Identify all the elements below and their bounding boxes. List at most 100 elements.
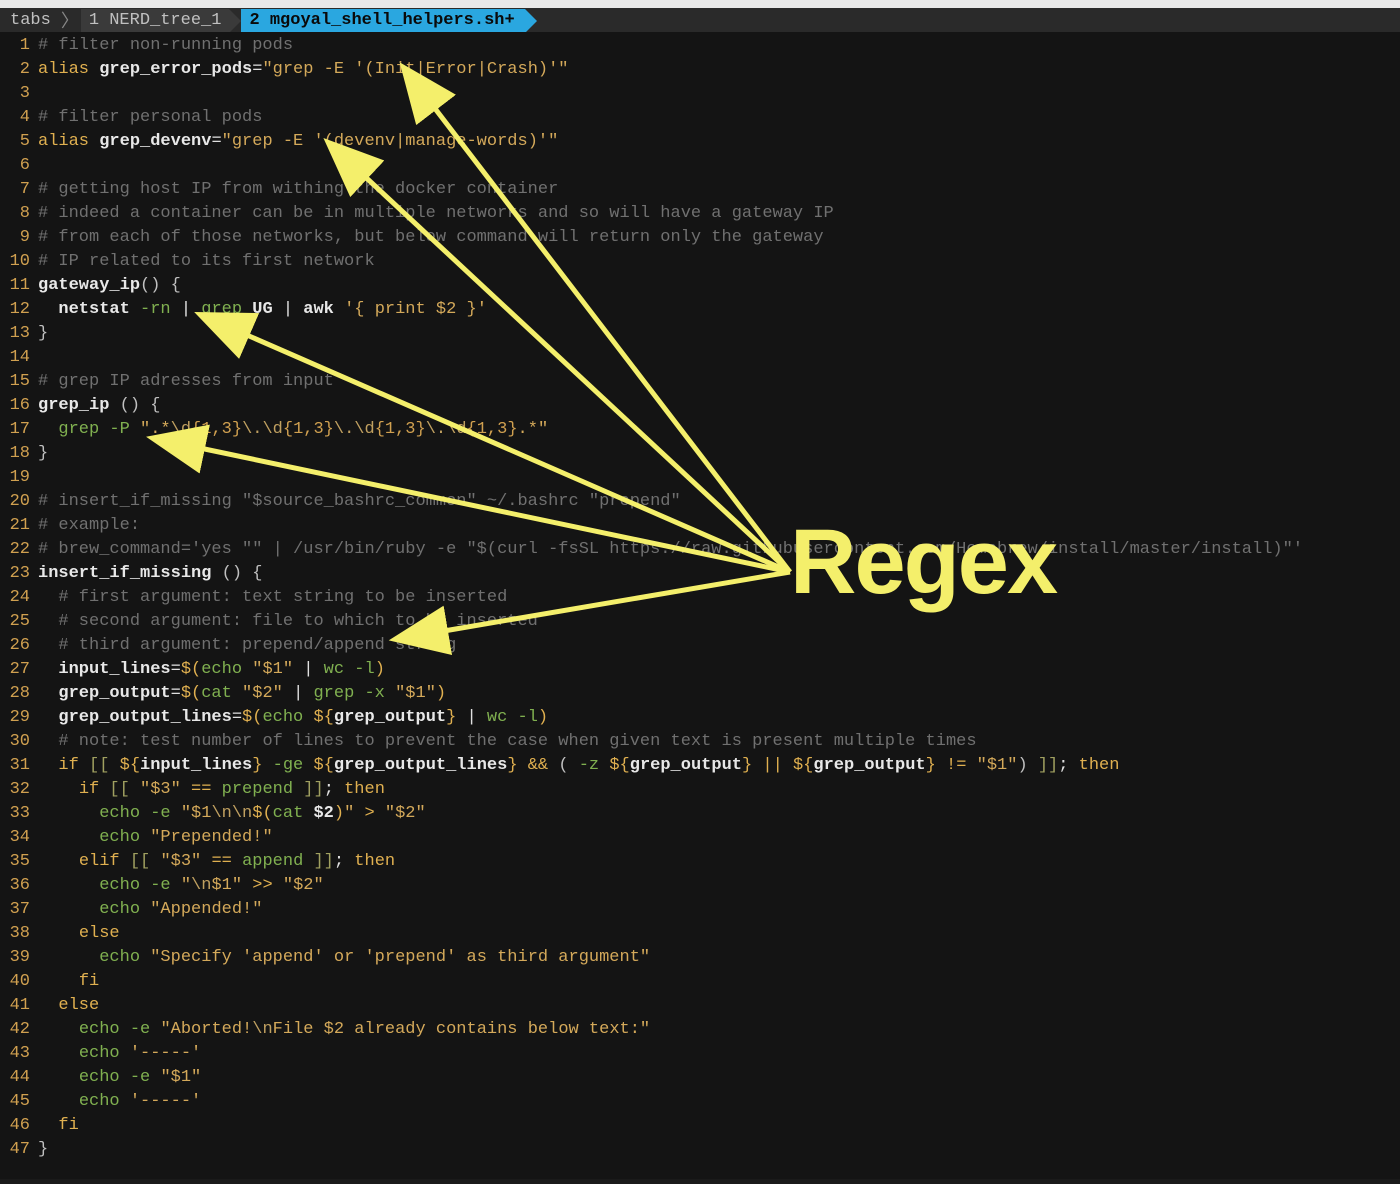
line-number: 7: [0, 178, 38, 202]
tab-bar: tabs 〉 1 NERD_tree_1 2 mgoyal_shell_help…: [0, 8, 1400, 32]
code-line[interactable]: # first argument: text string to be inse…: [38, 586, 1400, 610]
code-line[interactable]: if [[ ${input_lines} -ge ${grep_output_l…: [38, 754, 1400, 778]
code-line[interactable]: grep -P ".*\d{1,3}\.\d{1,3}\.\d{1,3}\.\d…: [38, 418, 1400, 442]
code-line[interactable]: # example:: [38, 514, 1400, 538]
line-number: 44: [0, 1066, 38, 1090]
code-line[interactable]: insert_if_missing () {: [38, 562, 1400, 586]
code-line[interactable]: input_lines=$(echo "$1" | wc -l): [38, 658, 1400, 682]
code-line[interactable]: [38, 466, 1400, 490]
code-line[interactable]: fi: [38, 970, 1400, 994]
line-number: 20: [0, 490, 38, 514]
code-line[interactable]: fi: [38, 1114, 1400, 1138]
code-line[interactable]: echo "Appended!": [38, 898, 1400, 922]
line-number: 47: [0, 1138, 38, 1162]
code-line[interactable]: # note: test number of lines to prevent …: [38, 730, 1400, 754]
code-line[interactable]: alias grep_devenv="grep -E '(devenv|mana…: [38, 130, 1400, 154]
line-number: 30: [0, 730, 38, 754]
line-number: 31: [0, 754, 38, 778]
line-number: 2: [0, 58, 38, 82]
line-number: 13: [0, 322, 38, 346]
line-number: 6: [0, 154, 38, 178]
tab-nerdtree[interactable]: 1 NERD_tree_1: [81, 9, 230, 32]
code-line[interactable]: else: [38, 922, 1400, 946]
line-number: 11: [0, 274, 38, 298]
line-number: 18: [0, 442, 38, 466]
line-number: 1: [0, 34, 38, 58]
line-number: 16: [0, 394, 38, 418]
code-line[interactable]: # getting host IP from withing the docke…: [38, 178, 1400, 202]
code-line[interactable]: # third argument: prepend/append string: [38, 634, 1400, 658]
line-number: 5: [0, 130, 38, 154]
code-line[interactable]: }: [38, 322, 1400, 346]
code-line[interactable]: }: [38, 442, 1400, 466]
line-number: 21: [0, 514, 38, 538]
code-line[interactable]: # from each of those networks, but below…: [38, 226, 1400, 250]
code-line[interactable]: [38, 346, 1400, 370]
code-line[interactable]: grep_output=$(cat "$2" | grep -x "$1"): [38, 682, 1400, 706]
code-line[interactable]: grep_ip () {: [38, 394, 1400, 418]
line-number: 46: [0, 1114, 38, 1138]
line-number: 41: [0, 994, 38, 1018]
tabline-label: tabs: [2, 9, 59, 32]
code-line[interactable]: # grep IP adresses from input: [38, 370, 1400, 394]
window-chrome: [0, 0, 1400, 8]
code-line[interactable]: netstat -rn | grep UG | awk '{ print $2 …: [38, 298, 1400, 322]
line-number: 45: [0, 1090, 38, 1114]
line-number: 10: [0, 250, 38, 274]
code-content[interactable]: # filter non-running podsalias grep_erro…: [38, 32, 1400, 1179]
code-line[interactable]: echo '-----': [38, 1090, 1400, 1114]
code-line[interactable]: echo -e "Aborted!\nFile $2 already conta…: [38, 1018, 1400, 1042]
code-line[interactable]: else: [38, 994, 1400, 1018]
line-number: 8: [0, 202, 38, 226]
line-number: 14: [0, 346, 38, 370]
line-number: 35: [0, 850, 38, 874]
code-line[interactable]: alias grep_error_pods="grep -E '(Init|Er…: [38, 58, 1400, 82]
line-number: 27: [0, 658, 38, 682]
editor-viewport[interactable]: 1234567891011121314151617181920212223242…: [0, 32, 1400, 1179]
line-number: 28: [0, 682, 38, 706]
code-line[interactable]: grep_output_lines=$(echo ${grep_output} …: [38, 706, 1400, 730]
code-line[interactable]: gateway_ip() {: [38, 274, 1400, 298]
code-line[interactable]: }: [38, 1138, 1400, 1162]
line-number: 33: [0, 802, 38, 826]
code-line[interactable]: echo "Prepended!": [38, 826, 1400, 850]
line-number: 4: [0, 106, 38, 130]
line-number: 39: [0, 946, 38, 970]
code-line[interactable]: # filter non-running pods: [38, 34, 1400, 58]
line-number: 26: [0, 634, 38, 658]
tab-current-file[interactable]: 2 mgoyal_shell_helpers.sh+: [241, 9, 524, 32]
code-line[interactable]: echo -e "$1\n\n$(cat $2)" > "$2": [38, 802, 1400, 826]
code-line[interactable]: echo -e "$1": [38, 1066, 1400, 1090]
code-line[interactable]: echo '-----': [38, 1042, 1400, 1066]
line-number: 17: [0, 418, 38, 442]
line-number: 37: [0, 898, 38, 922]
code-line[interactable]: elif [[ "$3" == append ]]; then: [38, 850, 1400, 874]
code-line[interactable]: # insert_if_missing "$source_bashrc_comm…: [38, 490, 1400, 514]
line-number: 19: [0, 466, 38, 490]
line-number: 40: [0, 970, 38, 994]
line-number-gutter: 1234567891011121314151617181920212223242…: [0, 32, 38, 1179]
code-line[interactable]: # indeed a container can be in multiple …: [38, 202, 1400, 226]
line-number: 38: [0, 922, 38, 946]
code-line[interactable]: [38, 154, 1400, 178]
code-line[interactable]: # IP related to its first network: [38, 250, 1400, 274]
line-number: 3: [0, 82, 38, 106]
code-line[interactable]: # second argument: file to which to be i…: [38, 610, 1400, 634]
line-number: 24: [0, 586, 38, 610]
code-line[interactable]: # filter personal pods: [38, 106, 1400, 130]
line-number: 43: [0, 1042, 38, 1066]
tab-separator-icon: 〉: [59, 7, 81, 33]
code-line[interactable]: if [[ "$3" == prepend ]]; then: [38, 778, 1400, 802]
code-line[interactable]: # brew_command='yes "" | /usr/bin/ruby -…: [38, 538, 1400, 562]
line-number: 12: [0, 298, 38, 322]
code-line[interactable]: echo -e "\n$1" >> "$2": [38, 874, 1400, 898]
line-number: 29: [0, 706, 38, 730]
line-number: 9: [0, 226, 38, 250]
line-number: 36: [0, 874, 38, 898]
line-number: 22: [0, 538, 38, 562]
line-number: 25: [0, 610, 38, 634]
line-number: 32: [0, 778, 38, 802]
code-line[interactable]: echo "Specify 'append' or 'prepend' as t…: [38, 946, 1400, 970]
code-line[interactable]: [38, 82, 1400, 106]
line-number: 15: [0, 370, 38, 394]
